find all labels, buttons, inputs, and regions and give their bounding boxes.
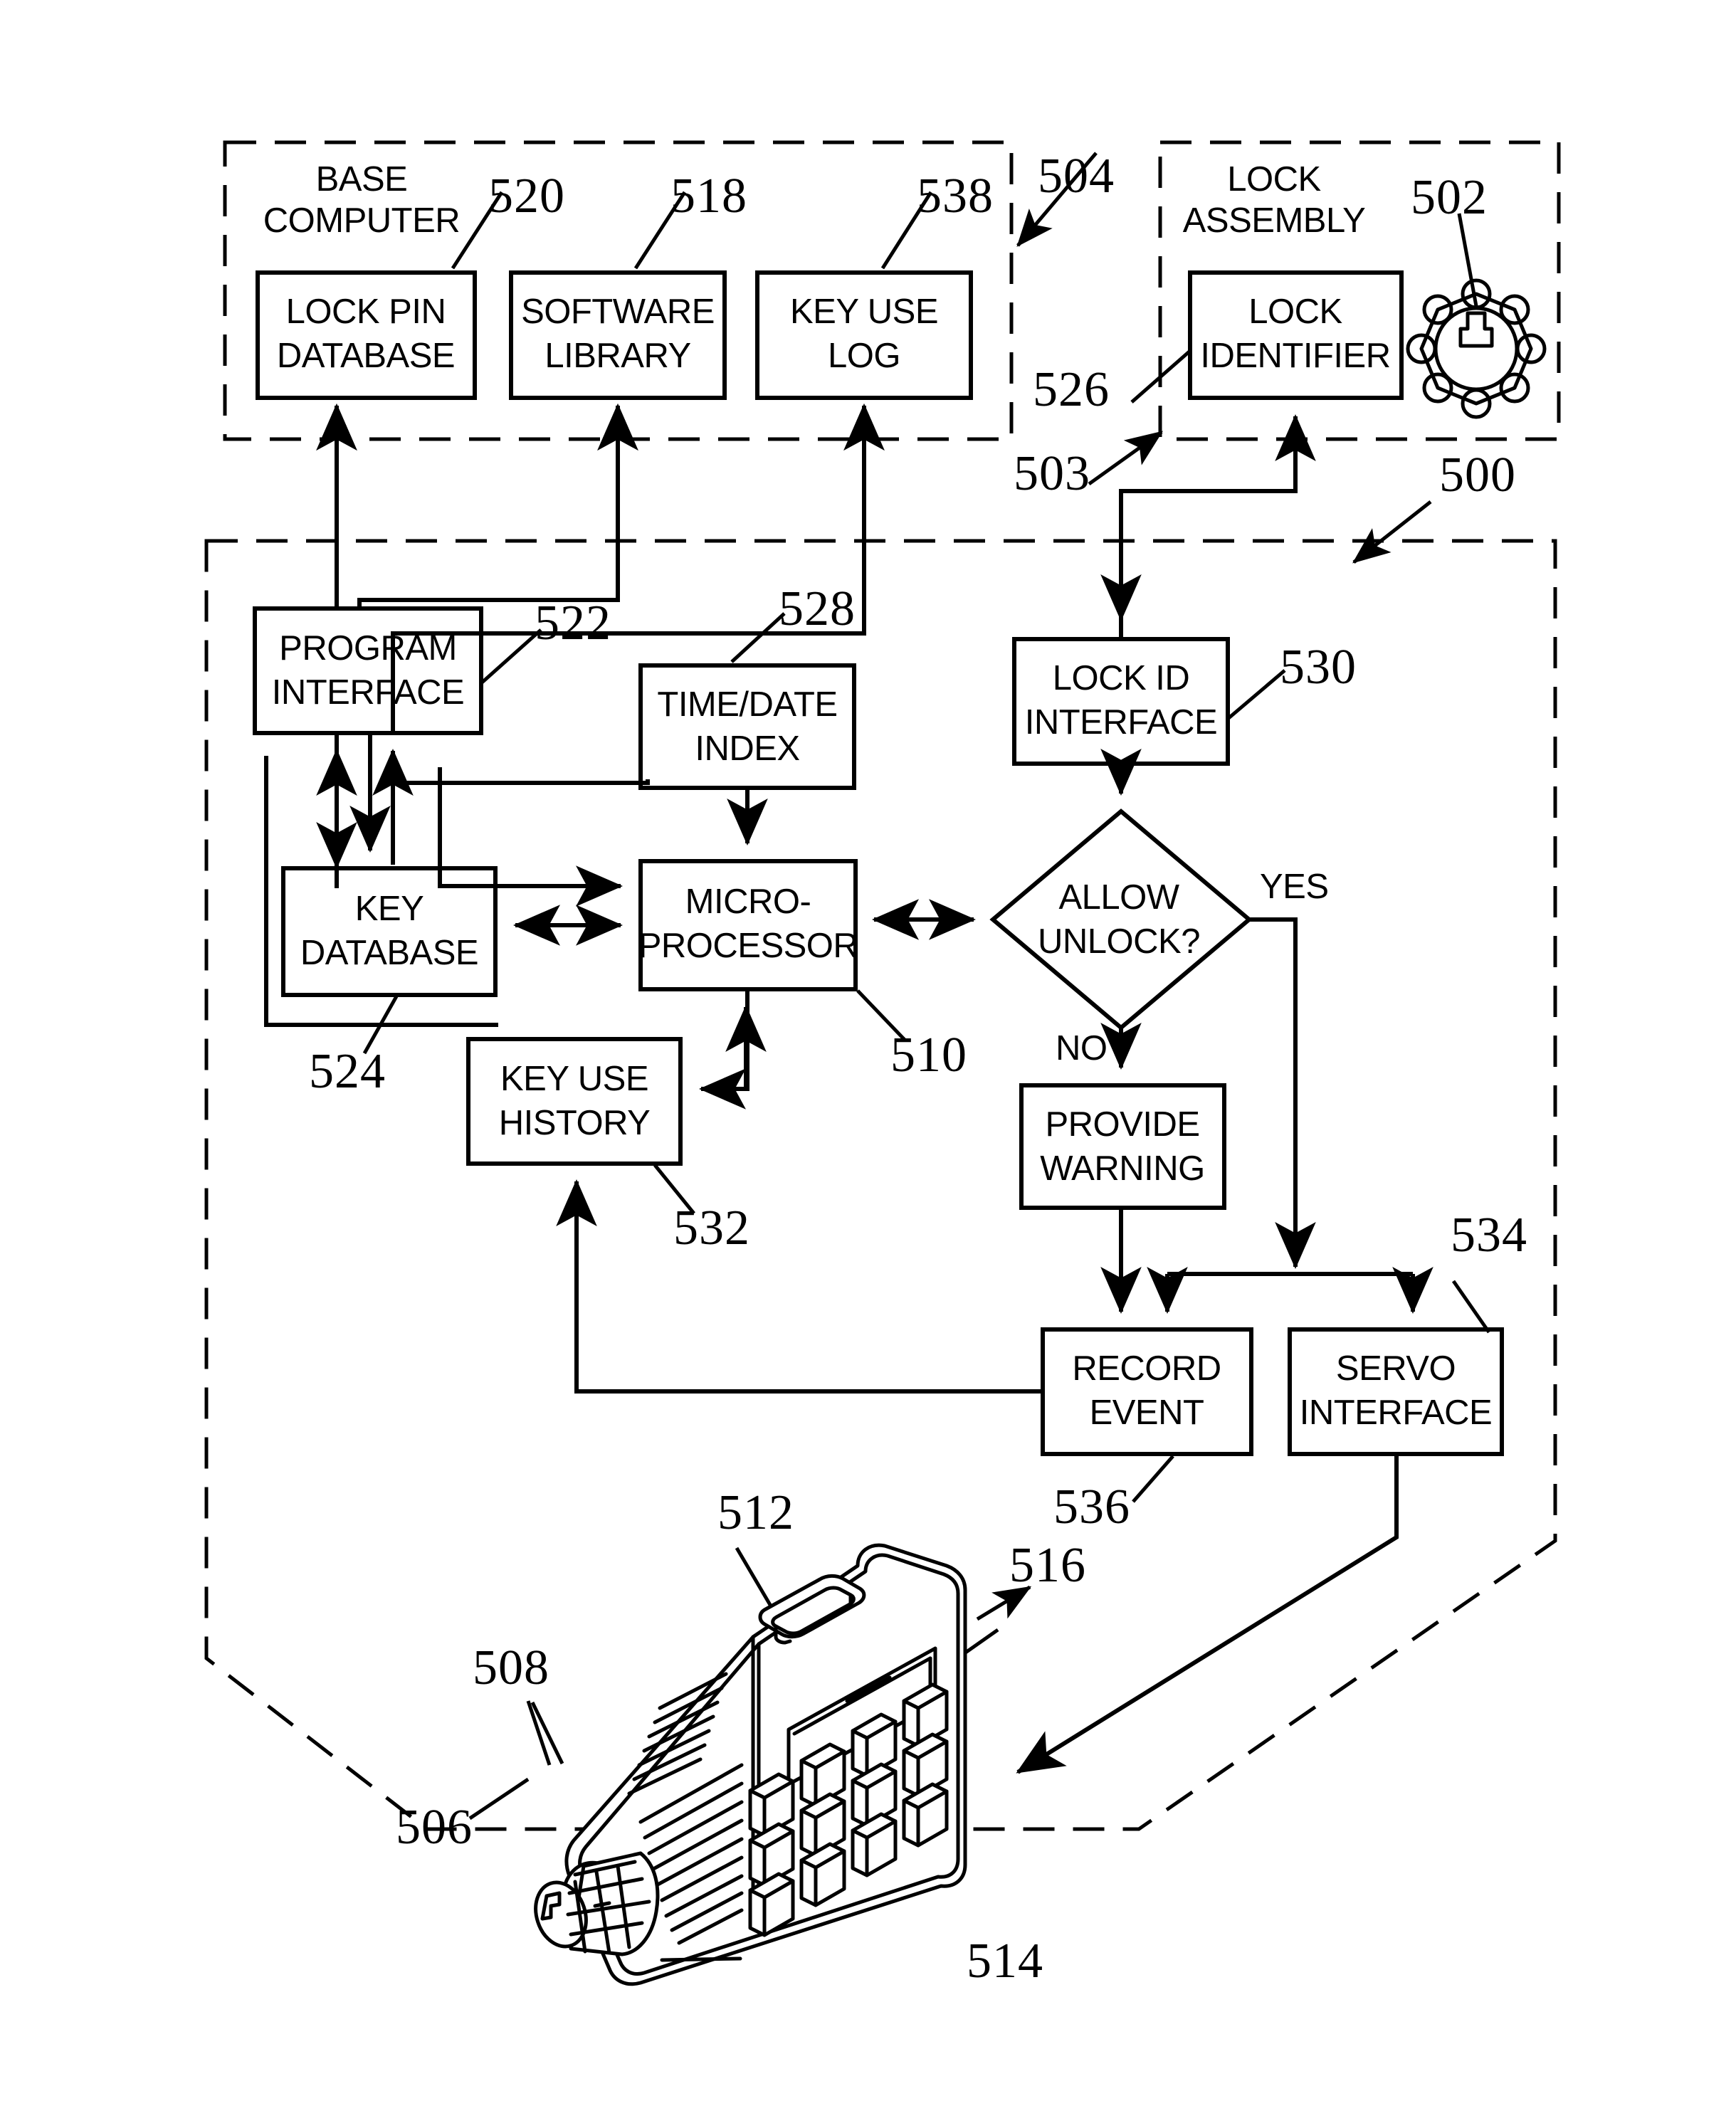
ref-502: 502	[1411, 170, 1488, 225]
ref-534: 534	[1451, 1208, 1527, 1263]
label-key-database-line1: KEY	[355, 890, 424, 928]
ref-518: 518	[670, 169, 747, 223]
label-record-event-line2: EVENT	[1090, 1394, 1204, 1432]
label-servo-interface-line1: SERVO	[1336, 1349, 1456, 1388]
ref-504: 504	[1038, 149, 1115, 204]
ref-514: 514	[967, 1934, 1043, 1988]
ref-520: 520	[488, 169, 565, 223]
label-time-date-index-line1: TIME/DATE	[657, 685, 837, 724]
label-decision-yes: YES	[1260, 868, 1329, 906]
label-lock-identifier-line1: LOCK	[1248, 293, 1342, 331]
label-program-interface-line2: INTERFACE	[272, 673, 464, 712]
group-label-base-computer-line1: BASE	[316, 160, 408, 199]
group-label-lock-assembly-line2: ASSEMBLY	[1183, 201, 1366, 240]
label-allow-unlock-line2: UNLOCK?	[1038, 922, 1200, 961]
label-lock-id-interface-line2: INTERFACE	[1025, 703, 1217, 742]
label-key-use-history-line1: KEY USE	[500, 1060, 648, 1098]
ref-528: 528	[779, 581, 856, 636]
ref-508: 508	[473, 1640, 549, 1695]
label-software-library-line1: SOFTWARE	[521, 293, 715, 331]
label-software-library-line2: LIBRARY	[545, 337, 690, 375]
label-provide-warning-line2: WARNING	[1040, 1149, 1205, 1188]
ref-536: 536	[1053, 1480, 1130, 1534]
label-decision-no: NO	[1056, 1029, 1108, 1068]
ref-530: 530	[1280, 640, 1357, 695]
label-key-database-line2: DATABASE	[300, 934, 478, 972]
label-lock-identifier-line2: IDENTIFIER	[1200, 337, 1390, 375]
label-record-event-line1: RECORD	[1072, 1349, 1221, 1388]
label-lock-pin-database-line1: LOCK PIN	[286, 293, 446, 331]
ref-522: 522	[535, 596, 611, 650]
ref-516: 516	[1009, 1538, 1086, 1593]
label-time-date-index-line2: INDEX	[695, 729, 799, 768]
ref-526: 526	[1033, 362, 1110, 417]
label-lock-pin-database-line2: DATABASE	[277, 337, 455, 375]
ref-500: 500	[1439, 448, 1516, 502]
ref-512: 512	[717, 1485, 794, 1540]
ref-510: 510	[890, 1028, 967, 1082]
ref-538: 538	[917, 169, 994, 223]
group-label-base-computer-line2: COMPUTER	[263, 201, 460, 240]
ref-524: 524	[309, 1044, 386, 1099]
label-servo-interface-line2: INTERFACE	[1300, 1394, 1492, 1432]
label-key-use-history-line2: HISTORY	[499, 1104, 651, 1142]
ref-506: 506	[396, 1800, 473, 1855]
label-microprocessor-line1: MICRO-	[685, 883, 811, 921]
label-program-interface-line1: PROGRAM	[279, 629, 457, 668]
patent-figure: BASE COMPUTER LOCK ASSEMBLY LOCK PIN DAT…	[0, 0, 1736, 2123]
label-key-use-log-line2: LOG	[828, 337, 900, 375]
label-lock-id-interface-line1: LOCK ID	[1053, 659, 1190, 697]
label-provide-warning-line1: PROVIDE	[1045, 1105, 1199, 1144]
label-allow-unlock-line1: ALLOW	[1058, 878, 1179, 917]
label-key-use-log-line1: KEY USE	[790, 293, 938, 331]
label-microprocessor-line2: PROCESSOR	[638, 927, 858, 965]
ref-532: 532	[673, 1201, 750, 1255]
group-label-lock-assembly-line1: LOCK	[1227, 160, 1321, 199]
ref-503: 503	[1014, 446, 1090, 501]
